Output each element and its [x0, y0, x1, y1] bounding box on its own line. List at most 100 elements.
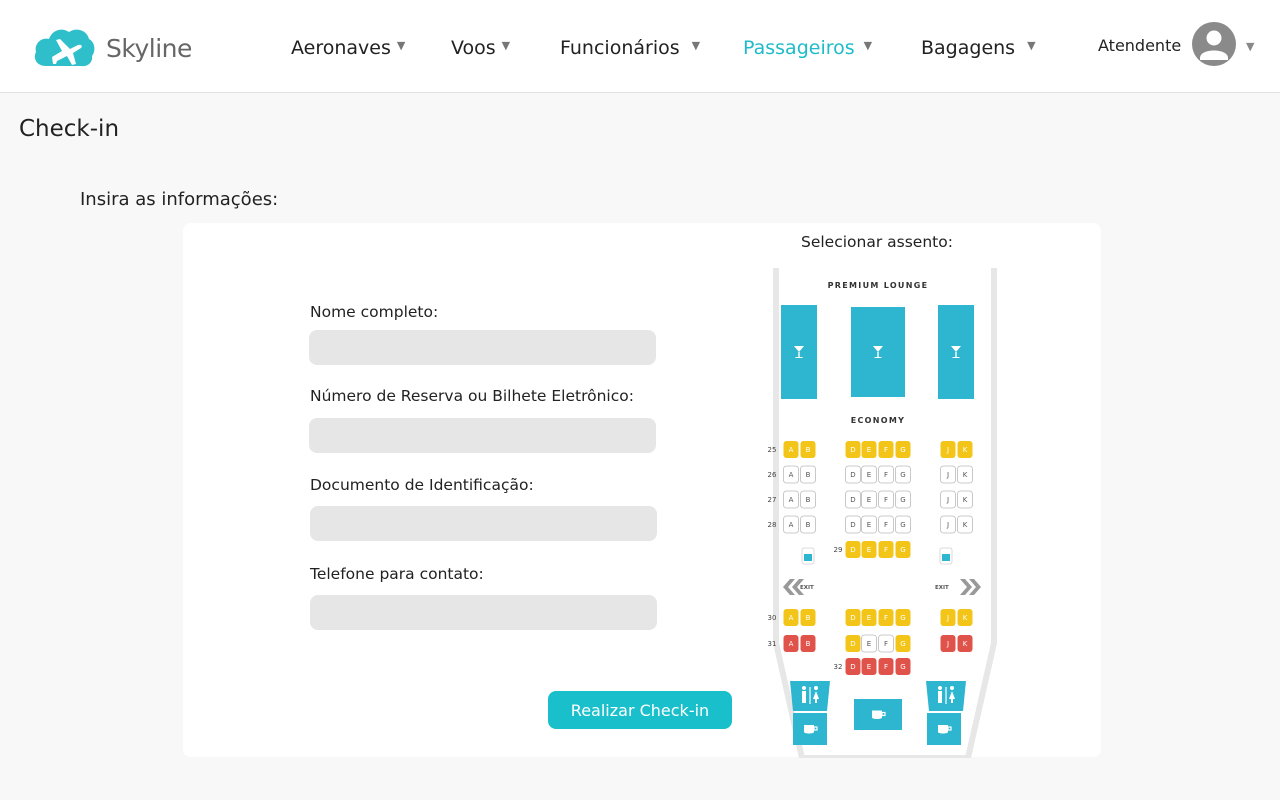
seat-30G[interactable]: G: [895, 609, 911, 626]
seat-25D[interactable]: D: [845, 441, 861, 458]
seat-26J[interactable]: J: [940, 465, 956, 484]
seat-letter: A: [789, 446, 794, 454]
nav-funcionarios[interactable]: Funcionários ▼: [560, 37, 700, 59]
cup-fill: [804, 554, 812, 561]
seat-letter: K: [963, 496, 968, 504]
divider: [809, 687, 811, 704]
user-avatar-icon[interactable]: [1192, 22, 1236, 66]
seat-28F[interactable]: F: [878, 515, 894, 534]
seat-32G: G: [895, 658, 911, 675]
coffee-cup-icon: [872, 710, 882, 719]
id-document-input[interactable]: [310, 506, 657, 541]
seat-27F[interactable]: F: [878, 490, 894, 509]
seat-letter: E: [867, 663, 871, 671]
seat-map[interactable]: PREMIUM LOUNGE ECONOMY A B D E F G J K A B D E F G J K A…: [750, 268, 1020, 758]
seat-26F[interactable]: F: [878, 465, 894, 484]
full-name-label: Nome completo:: [310, 303, 439, 321]
seat-26B[interactable]: B: [800, 465, 816, 484]
seat-letter: J: [946, 496, 949, 504]
seat-31K: K: [957, 635, 973, 652]
seat-letter: G: [900, 446, 905, 454]
seat-31D[interactable]: D: [845, 635, 861, 652]
seat-selection-title: Selecionar assento:: [801, 233, 953, 251]
seat-26G[interactable]: G: [895, 465, 911, 484]
seat-31E[interactable]: E: [861, 634, 877, 653]
seat-26D[interactable]: D: [845, 465, 861, 484]
seat-letter: J: [946, 640, 949, 648]
seat-letter: J: [946, 614, 949, 622]
seat-25A[interactable]: A: [783, 441, 799, 458]
seat-letter: G: [900, 546, 905, 554]
row-number: 27: [768, 496, 777, 504]
seat-28K[interactable]: K: [957, 515, 973, 534]
seat-letter: E: [867, 521, 871, 529]
booking-number-label: Número de Reserva ou Bilhete Eletrônico:: [310, 387, 634, 405]
seat-29E[interactable]: E: [861, 541, 877, 558]
caret-down-icon: ▼: [1027, 38, 1036, 52]
seat-30F[interactable]: F: [878, 609, 894, 626]
seat-25G[interactable]: G: [895, 441, 911, 458]
seat-letter: J: [946, 521, 949, 529]
seat-27J[interactable]: J: [940, 490, 956, 509]
booking-number-input[interactable]: [309, 418, 656, 453]
seat-31F[interactable]: F: [878, 634, 894, 653]
row-number: 25: [768, 446, 777, 454]
nav-aeronaves[interactable]: Aeronaves ▼: [291, 37, 405, 59]
seat-30B[interactable]: B: [800, 609, 816, 626]
exit-left-label: EXIT: [800, 585, 814, 591]
seat-27E[interactable]: E: [861, 490, 877, 509]
nav-voos[interactable]: Voos ▼: [451, 37, 510, 59]
seat-25J[interactable]: J: [940, 441, 956, 458]
nav-passageiros[interactable]: Passageiros ▼: [743, 37, 872, 59]
seat-28J[interactable]: J: [940, 515, 956, 534]
seat-27K[interactable]: K: [957, 490, 973, 509]
seat-letter: E: [867, 446, 871, 454]
seat-27A[interactable]: A: [783, 490, 799, 509]
seat-25E[interactable]: E: [861, 441, 877, 458]
skyline-logo[interactable]: Skyline: [32, 24, 192, 72]
person-body: [802, 691, 806, 703]
phone-input[interactable]: [310, 595, 657, 630]
seat-28B[interactable]: B: [800, 515, 816, 534]
seat-letter: A: [789, 521, 794, 529]
seat-25B[interactable]: B: [800, 441, 816, 458]
cup-fill: [942, 554, 950, 561]
full-name-input[interactable]: [309, 330, 656, 365]
seat-28E[interactable]: E: [861, 515, 877, 534]
seat-30E[interactable]: E: [861, 609, 877, 626]
row-number: 30: [768, 614, 777, 622]
seat-28D[interactable]: D: [845, 515, 861, 534]
seat-26A[interactable]: A: [783, 465, 799, 484]
seat-27B[interactable]: B: [800, 490, 816, 509]
seat-28G[interactable]: G: [895, 515, 911, 534]
seat-25K[interactable]: K: [957, 441, 973, 458]
checkin-submit-button[interactable]: Realizar Check-in: [548, 691, 732, 729]
seat-26E[interactable]: E: [861, 465, 877, 484]
seat-letter: E: [867, 496, 871, 504]
seat-29G[interactable]: G: [895, 541, 911, 558]
seat-26K[interactable]: K: [957, 465, 973, 484]
seat-28A[interactable]: A: [783, 515, 799, 534]
seat-27D[interactable]: D: [845, 490, 861, 509]
nav-bagagens[interactable]: Bagagens ▼: [921, 37, 1036, 59]
seat-letter: A: [789, 640, 794, 648]
seat-letter: G: [900, 640, 905, 648]
person-icon: [938, 686, 942, 690]
restroom-left-icon: [790, 681, 830, 711]
lounge-area: [851, 307, 905, 397]
user-menu-caret-icon[interactable]: ▼: [1246, 40, 1254, 53]
seat-letter: F: [884, 496, 888, 504]
seat-31G[interactable]: G: [895, 635, 911, 652]
seat-letter: J: [946, 471, 949, 479]
seat-letter: A: [789, 471, 794, 479]
seat-30K[interactable]: K: [957, 609, 973, 626]
seat-30D[interactable]: D: [845, 609, 861, 626]
seat-25F[interactable]: F: [878, 441, 894, 458]
seat-29F[interactable]: F: [878, 541, 894, 558]
row-number: 31: [768, 640, 777, 648]
seat-30A[interactable]: A: [783, 609, 799, 626]
seat-29D[interactable]: D: [845, 541, 861, 558]
seat-30J[interactable]: J: [940, 609, 956, 626]
user-role[interactable]: Atendente: [1098, 36, 1181, 55]
seat-27G[interactable]: G: [895, 490, 911, 509]
